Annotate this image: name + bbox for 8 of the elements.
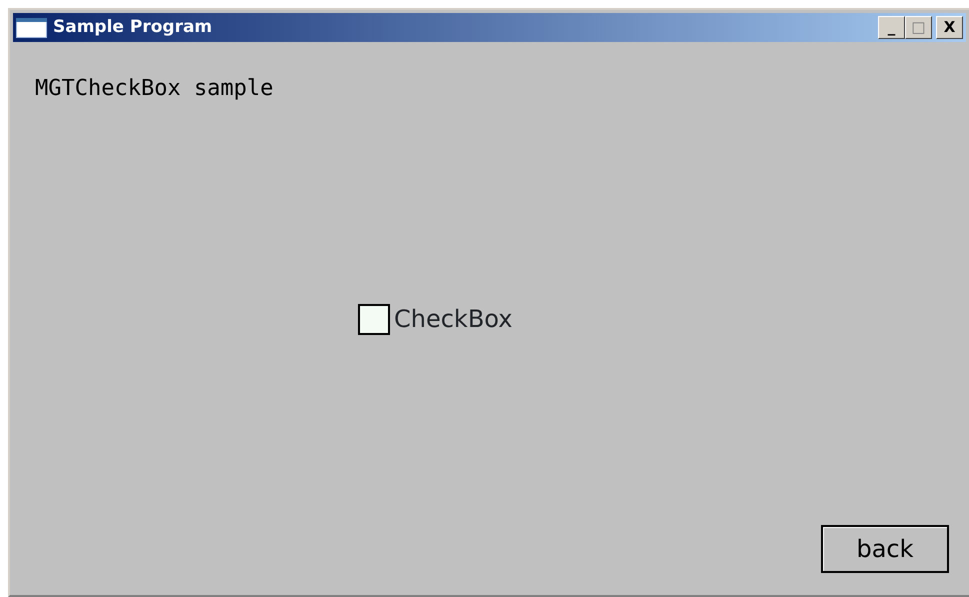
window-title: Sample Program <box>53 16 212 39</box>
back-button[interactable]: back <box>821 525 949 573</box>
checkbox-label[interactable]: CheckBox <box>394 301 512 337</box>
close-button[interactable]: X <box>936 16 963 39</box>
window-icon <box>16 18 47 38</box>
heading-text: MGTCheckBox sample <box>35 75 274 103</box>
minimize-button[interactable]: _ <box>878 16 905 39</box>
checkbox[interactable] <box>358 304 390 334</box>
